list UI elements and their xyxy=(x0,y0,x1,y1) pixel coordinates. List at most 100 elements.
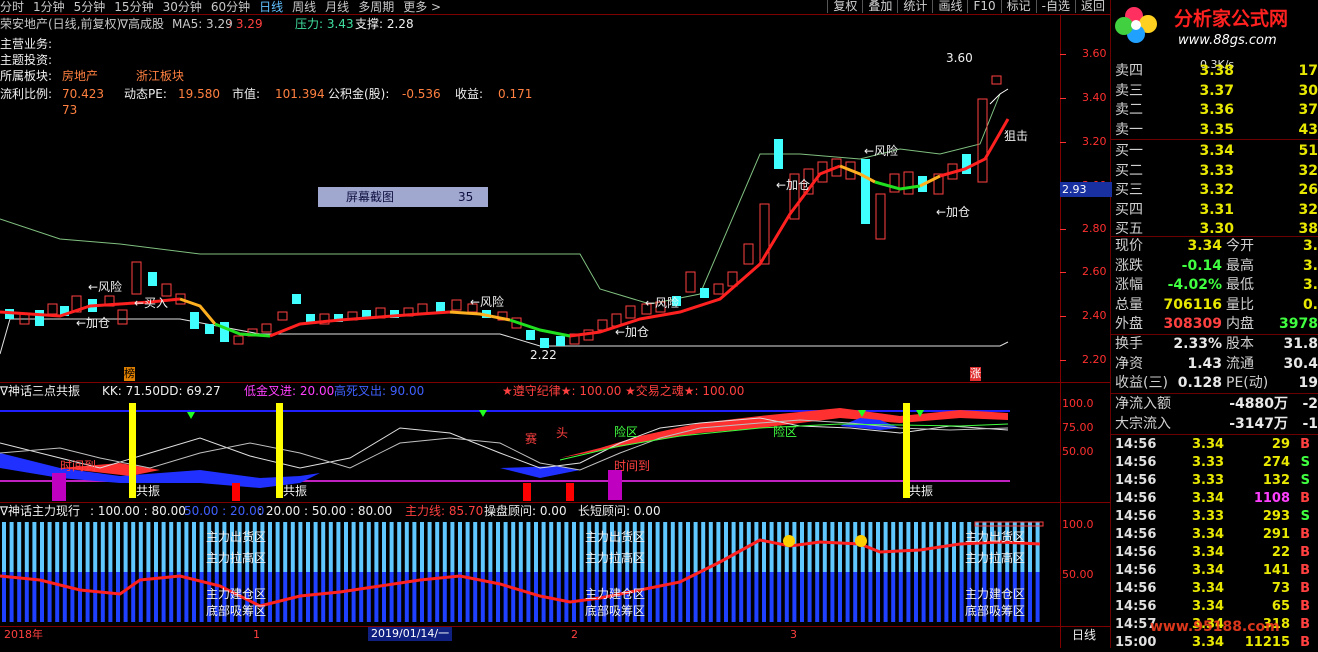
orderbook-row[interactable]: 买二 3.33 32 xyxy=(1112,162,1318,182)
limit-up-mark[interactable]: 涨 xyxy=(970,367,981,381)
orderbook-row[interactable]: 买三 3.32 26 xyxy=(1112,181,1318,201)
toolbar-button-5[interactable]: 标记 xyxy=(1000,0,1036,13)
flow-value: -4880万 xyxy=(1229,396,1288,412)
distribution-bar xyxy=(298,522,303,572)
flower-logo-icon xyxy=(1115,7,1157,43)
period-tab-2[interactable]: 5分钟 xyxy=(74,0,106,14)
tick-price: 3.34 xyxy=(1192,635,1225,650)
distribution-bar xyxy=(655,522,660,572)
distribution-bar xyxy=(427,522,432,572)
period-tab-9[interactable]: 多周期 xyxy=(358,0,394,14)
distribution-bar xyxy=(739,522,744,572)
accumulation-bar xyxy=(382,572,386,622)
distribution-bar xyxy=(351,522,356,572)
toolbar-button-6[interactable]: -自选 xyxy=(1035,0,1075,13)
accumulation-bar xyxy=(55,572,60,622)
distribution-bar xyxy=(670,522,675,572)
tick-row: 14:56 3.33 132 S xyxy=(1112,472,1318,490)
main-force-indicator-chart[interactable] xyxy=(0,518,1060,626)
toolbar-button-3[interactable]: 画线 xyxy=(932,0,967,13)
orderbook-row[interactable]: 买一 3.34 51 xyxy=(1112,142,1318,162)
orderbook-row[interactable]: 卖四 3.38 17 xyxy=(1112,62,1318,82)
toolbar-button-1[interactable]: 叠加 xyxy=(862,0,897,13)
tick-volume: 132 xyxy=(1262,473,1290,488)
orderbook-volume: 32 xyxy=(1298,162,1318,179)
panel2-title[interactable]: ∇神话三点共振 xyxy=(0,384,80,398)
orderbook-volume: 43 xyxy=(1298,121,1318,138)
distribution-bar xyxy=(366,522,371,572)
accumulation-bar xyxy=(648,572,652,622)
toolbar-button-2[interactable]: 统计 xyxy=(897,0,932,13)
accumulation-bar xyxy=(306,572,310,622)
list-mark[interactable]: 榜 xyxy=(124,367,135,381)
candle xyxy=(526,330,535,340)
orderbook-row[interactable]: 买四 3.31 32 xyxy=(1112,201,1318,221)
orderbook-volume: 30 xyxy=(1298,82,1318,99)
distribution-bar xyxy=(549,522,554,572)
orderbook-volume: 51 xyxy=(1298,143,1318,159)
tick-price: 3.34 xyxy=(1192,599,1225,614)
axis-period[interactable]: 日线 xyxy=(1072,628,1096,642)
candle xyxy=(117,309,128,325)
candle xyxy=(903,171,914,195)
toolbar-button-7[interactable]: 返回 xyxy=(1074,0,1110,13)
accumulation-bar xyxy=(693,572,698,622)
stat-label: 总量 xyxy=(1115,296,1143,313)
zone-pull-1: 主力拉高区 xyxy=(206,551,267,565)
distribution-bar xyxy=(898,522,903,572)
main-kline-chart[interactable] xyxy=(0,14,1060,382)
orderbook-row[interactable]: 卖三 3.37 30 xyxy=(1112,82,1318,102)
accumulation-bar xyxy=(860,572,865,622)
period-tab-3[interactable]: 15分钟 xyxy=(114,0,153,14)
distribution-bar xyxy=(85,522,90,572)
accumulation-bar xyxy=(534,572,538,622)
tick-volume: 293 xyxy=(1262,509,1290,524)
panel2-time-label-1: 时间到 xyxy=(60,459,97,473)
orderbook-row[interactable]: 卖二 3.36 37 xyxy=(1112,101,1318,121)
accumulation-bar xyxy=(701,572,706,622)
distribution-bar xyxy=(648,522,652,572)
orderbook-label: 卖四 xyxy=(1115,63,1143,79)
accumulation-bar xyxy=(739,572,744,622)
period-tab-4[interactable]: 30分钟 xyxy=(163,0,202,14)
tick-side: B xyxy=(1300,635,1310,650)
distribution-bar xyxy=(176,522,181,572)
period-tab-1[interactable]: 1分钟 xyxy=(33,0,65,14)
distribution-bar xyxy=(131,522,136,572)
accumulation-bar xyxy=(526,572,531,622)
price-axis-tick xyxy=(1060,360,1066,361)
period-tab-7[interactable]: 周线 xyxy=(292,0,316,14)
period-tab-8[interactable]: 月线 xyxy=(325,0,349,14)
accumulation-bar xyxy=(283,572,288,622)
distribution-bar xyxy=(541,522,546,572)
tick-time: 14:56 xyxy=(1115,545,1157,560)
tick-side: S xyxy=(1300,455,1310,470)
period-tab-6[interactable]: 日线 xyxy=(259,0,283,14)
distribution-bar xyxy=(883,522,888,572)
period-tab-0[interactable]: 分时 xyxy=(0,0,24,14)
tick-side: B xyxy=(1300,545,1310,560)
toolbar-button-4[interactable]: F10 xyxy=(967,0,1000,13)
accumulation-bar xyxy=(853,572,858,622)
candle xyxy=(597,319,608,331)
stat-value-2: 3. xyxy=(1302,257,1318,274)
tick-volume: 73 xyxy=(1271,581,1290,596)
orderbook-row[interactable]: 卖一 3.35 43 xyxy=(1112,121,1318,141)
accumulation-bar xyxy=(807,572,812,622)
period-tab-5[interactable]: 60分钟 xyxy=(211,0,250,14)
distribution-bar xyxy=(359,522,364,572)
candle xyxy=(131,261,142,295)
period-tab-10[interactable]: 更多 > xyxy=(403,0,441,14)
distribution-bar xyxy=(891,522,896,572)
stat-value: -4.02% xyxy=(1167,277,1222,293)
stat-label: 外盘 xyxy=(1115,316,1143,332)
accumulation-bar xyxy=(906,572,911,622)
panel3-title[interactable]: ∇神话主力现行 xyxy=(0,504,80,518)
toolbar-button-0[interactable]: 复权 xyxy=(827,0,862,13)
chart-right-border xyxy=(1060,14,1061,648)
distribution-bar xyxy=(199,522,204,572)
distribution-bar xyxy=(534,522,538,572)
annotation-add-4: ←加仓 xyxy=(936,205,971,219)
distribution-bar xyxy=(93,522,98,572)
panel-separator-1 xyxy=(0,382,1110,383)
